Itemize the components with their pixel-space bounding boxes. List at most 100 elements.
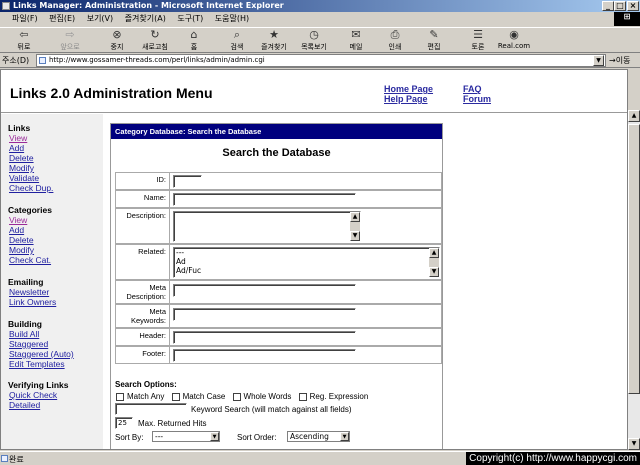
sidebar-emailing-newsletter[interactable]: Newsletter bbox=[9, 287, 49, 297]
discuss-button[interactable]: ☰ 토론 bbox=[460, 29, 496, 53]
sidebar-building-build-all[interactable]: Build All bbox=[9, 329, 39, 339]
sort-by-select[interactable]: --- ▼ bbox=[152, 431, 220, 442]
keyword-search-input[interactable] bbox=[115, 403, 187, 415]
related-option[interactable]: Ad/Fuc bbox=[176, 266, 439, 275]
scroll-down-icon[interactable]: ▼ bbox=[350, 231, 360, 241]
close-button[interactable]: × bbox=[627, 1, 639, 11]
faq-link[interactable]: FAQ bbox=[463, 84, 482, 94]
name-label: Name: bbox=[116, 191, 170, 207]
sidebar-categories-check-cat[interactable]: Check Cat. bbox=[9, 255, 51, 265]
header-label: Header: bbox=[116, 329, 170, 345]
page-header: Links 2.0 Administration Menu Home Page … bbox=[1, 70, 627, 113]
sidebar-categories-delete[interactable]: Delete bbox=[9, 235, 34, 245]
home-button[interactable]: ⌂ 홈 bbox=[176, 29, 212, 53]
related-option[interactable]: --- bbox=[176, 248, 439, 257]
address-dropdown-button[interactable]: ▼ bbox=[593, 55, 604, 66]
menu-bar: 파일(F) 편집(E) 보기(V) 즐겨찾기(A) 도구(T) 도움말(H) bbox=[0, 12, 640, 26]
menu-view[interactable]: 보기(V) bbox=[87, 14, 113, 23]
id-input[interactable] bbox=[173, 175, 202, 188]
print-button[interactable]: ⎙ 인쇄 bbox=[377, 29, 413, 53]
sidebar-links-validate[interactable]: Validate bbox=[9, 173, 39, 183]
sidebar-verifying-quick-check[interactable]: Quick Check bbox=[9, 390, 57, 400]
name-input[interactable] bbox=[173, 193, 356, 206]
go-button[interactable]: →이동 bbox=[609, 54, 630, 67]
related-listbox[interactable]: --- Ad Ad/Fuc ▲ ▼ bbox=[173, 247, 440, 278]
minimize-button[interactable]: _ bbox=[602, 1, 614, 11]
scroll-up-icon[interactable]: ▲ bbox=[350, 212, 360, 222]
scroll-up-icon[interactable]: ▲ bbox=[429, 248, 439, 258]
forward-button[interactable]: ⇨ 앞으로 bbox=[52, 29, 88, 53]
sidebar-categories-add[interactable]: Add bbox=[9, 225, 24, 235]
footer-input[interactable] bbox=[173, 349, 356, 362]
forum-link[interactable]: Forum bbox=[463, 94, 491, 104]
sort-order-select[interactable]: Ascending ▼ bbox=[287, 431, 350, 442]
home-icon: ⌂ bbox=[190, 28, 198, 41]
address-input[interactable]: http://www.gossamer-threads.com/perl/lin… bbox=[36, 54, 606, 67]
search-title: Search the Database bbox=[222, 147, 331, 159]
related-scrollbar[interactable]: ▲ ▼ bbox=[429, 248, 439, 277]
related-label: Related: bbox=[116, 245, 170, 279]
scroll-down-icon[interactable]: ▼ bbox=[429, 267, 439, 277]
browser-window: Links Manager: Administration - Microsof… bbox=[0, 0, 640, 465]
sidebar-verifying-detailed[interactable]: Detailed bbox=[9, 400, 40, 410]
sidebar-emailing-link-owners[interactable]: Link Owners bbox=[9, 297, 56, 307]
edit-button[interactable]: ✎ 편집 bbox=[416, 29, 452, 53]
maximize-button[interactable]: □ bbox=[614, 1, 626, 11]
scroll-up-icon[interactable]: ▲ bbox=[628, 110, 640, 122]
page-scrollbar[interactable]: ▲ ▼ bbox=[628, 110, 640, 450]
sidebar-heading-verifying: Verifying Links bbox=[8, 380, 69, 390]
scroll-down-icon[interactable]: ▼ bbox=[628, 438, 640, 450]
description-row: Description: ▲ ▼ bbox=[115, 208, 442, 244]
max-hits-input[interactable]: 25 bbox=[115, 417, 133, 429]
menu-tools[interactable]: 도구(T) bbox=[177, 14, 203, 23]
sidebar-links-view[interactable]: View bbox=[9, 133, 27, 143]
window-title: Links Manager: Administration - Microsof… bbox=[13, 1, 284, 10]
sidebar-heading-emailing: Emailing bbox=[8, 277, 44, 287]
header-row: Header: bbox=[115, 328, 442, 346]
meta-description-input[interactable] bbox=[173, 284, 356, 297]
meta-description-label: Meta Description: bbox=[116, 281, 170, 303]
meta-description-row: Meta Description: bbox=[115, 280, 442, 304]
back-button[interactable]: ⇦ 뒤로 bbox=[6, 29, 42, 53]
meta-keywords-input[interactable] bbox=[173, 308, 356, 321]
header-input[interactable] bbox=[173, 331, 356, 344]
sidebar-building-staggered[interactable]: Staggered bbox=[9, 339, 48, 349]
realcom-button[interactable]: ◉ Real.com bbox=[496, 29, 532, 53]
sidebar-links-delete[interactable]: Delete bbox=[9, 153, 34, 163]
history-button[interactable]: ◷ 목록보기 bbox=[296, 29, 332, 53]
match-case-checkbox[interactable] bbox=[171, 392, 180, 401]
sidebar-building-edit-templates[interactable]: Edit Templates bbox=[9, 359, 65, 369]
search-button[interactable]: ⌕ 검색 bbox=[219, 29, 255, 53]
stop-button[interactable]: ⊗ 중지 bbox=[99, 29, 135, 53]
sort-by-label: Sort By: bbox=[115, 433, 144, 442]
keyword-search-label: Keyword Search (will match against all f… bbox=[191, 405, 352, 414]
status-text: 완료 bbox=[9, 455, 24, 464]
sidebar-links-modify[interactable]: Modify bbox=[9, 163, 34, 173]
favorites-button[interactable]: ★ 즐겨찾기 bbox=[256, 29, 292, 53]
footer-row: Footer: bbox=[115, 346, 442, 364]
match-any-checkbox[interactable] bbox=[116, 392, 124, 401]
id-label: ID: bbox=[116, 173, 170, 189]
sidebar-categories-view[interactable]: View bbox=[9, 215, 27, 225]
mail-button[interactable]: ✉ 메일 bbox=[338, 29, 374, 53]
edit-icon: ✎ bbox=[429, 28, 439, 41]
refresh-icon: ↻ bbox=[150, 28, 160, 41]
sidebar-building-staggered-auto[interactable]: Staggered (Auto) bbox=[9, 349, 74, 359]
menu-favorites[interactable]: 즐겨찾기(A) bbox=[125, 14, 166, 23]
menu-file[interactable]: 파일(F) bbox=[12, 14, 38, 23]
home-page-link[interactable]: Home Page bbox=[384, 84, 433, 94]
description-textarea[interactable]: ▲ ▼ bbox=[173, 211, 361, 242]
menu-edit[interactable]: 편집(E) bbox=[49, 14, 75, 23]
related-option[interactable]: Ad bbox=[176, 257, 439, 266]
sidebar-categories-modify[interactable]: Modify bbox=[9, 245, 34, 255]
menu-help[interactable]: 도움말(H) bbox=[215, 14, 249, 23]
help-page-link[interactable]: Help Page bbox=[384, 94, 428, 104]
refresh-button[interactable]: ↻ 새로고침 bbox=[137, 29, 173, 53]
scroll-thumb[interactable] bbox=[628, 124, 640, 394]
description-scrollbar[interactable]: ▲ ▼ bbox=[350, 212, 360, 241]
sidebar-links-add[interactable]: Add bbox=[9, 143, 24, 153]
sidebar-links-check-dup[interactable]: Check Dup. bbox=[9, 183, 53, 193]
stop-icon: ⊗ bbox=[112, 28, 122, 41]
whole-words-checkbox[interactable] bbox=[232, 392, 241, 401]
reg-expression-checkbox[interactable] bbox=[298, 392, 307, 401]
